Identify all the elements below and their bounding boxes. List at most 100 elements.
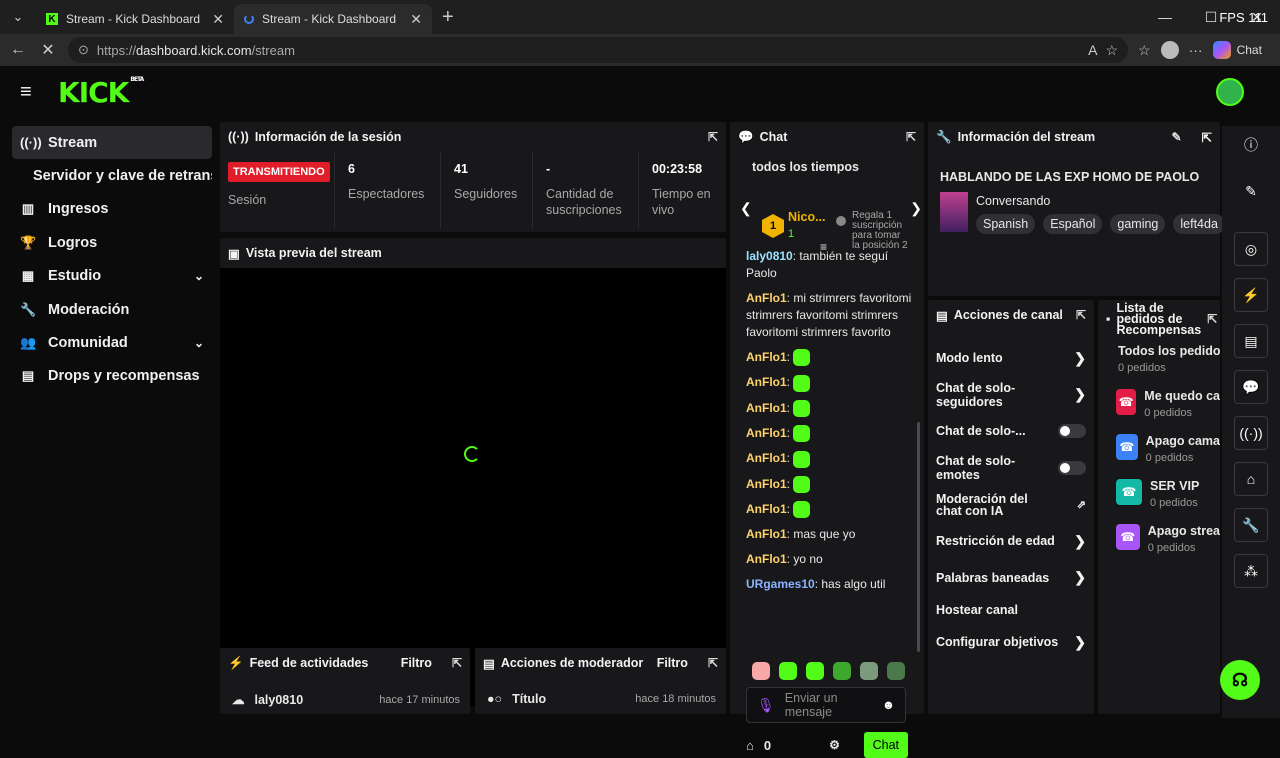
rewards-list: Todos los pedidos 0 pedidos ☎ Me quedo ca 0… — [1098, 338, 1220, 569]
close-tab-icon[interactable]: ✕ — [212, 11, 224, 28]
leaderboard-prev-icon[interactable]: ❮ — [740, 200, 752, 217]
emote-icon[interactable] — [752, 662, 770, 680]
sidebar-item-ingresos[interactable]: ▥ Ingresos — [12, 193, 212, 226]
popout-icon[interactable]: ⇱ — [906, 130, 916, 144]
action-goals[interactable]: Configurar objetivos ❯ — [928, 624, 1094, 661]
stop-loading-button[interactable]: ✕ — [38, 40, 58, 60]
panel-header: ▤ Acciones de canal ⇱ — [936, 308, 1086, 323]
store-icon[interactable]: ⌂ — [1234, 462, 1268, 496]
feed-filter-button[interactable]: Filtro — [401, 656, 432, 670]
stream-preview[interactable] — [220, 268, 726, 706]
minimize-button[interactable]: — — [1142, 9, 1188, 25]
cloud-icon: ☁ — [232, 693, 245, 707]
reward-item[interactable]: ☎ Apago strea 0 pedidos — [1098, 524, 1220, 569]
action-host-channel[interactable]: Hostear canal — [928, 596, 1094, 624]
clip-icon[interactable]: ◎ — [1234, 232, 1268, 266]
kick-emote-icon — [793, 425, 811, 443]
subs-only-toggle[interactable] — [1058, 424, 1086, 439]
chat-scrollbar[interactable] — [917, 422, 920, 652]
loading-icon — [244, 14, 254, 24]
emoji-icon[interactable]: ☻ — [882, 698, 895, 712]
popout-icon[interactable]: ⇱ — [708, 656, 718, 670]
stream-title: HABLANDO DE LAS EXP HOMO DE PAOLO — [940, 170, 1200, 184]
user-avatar[interactable] — [1216, 78, 1244, 106]
popout-icon[interactable]: ⇱ — [708, 130, 718, 144]
action-age-restriction[interactable]: Restricción de edad ❯ — [928, 523, 1094, 560]
popout-icon[interactable]: ⇱ — [1207, 313, 1217, 325]
tab-2[interactable]: Stream - Kick Dashboard ✕ — [234, 4, 432, 34]
profile-avatar[interactable] — [1160, 41, 1179, 59]
reward-icon: ☎ — [1116, 479, 1142, 505]
favorite-star-icon[interactable]: ☆ — [1105, 42, 1118, 59]
reward-item[interactable]: ☎ Me quedo ca 0 pedidos — [1098, 389, 1220, 434]
leaderboard: todos los tiempos ❮ ❯ 1 Nico... 1 Regala… — [740, 160, 922, 251]
wrench-icon: 🔧 — [20, 301, 37, 317]
emote-icon[interactable] — [779, 662, 797, 680]
read-aloud-icon[interactable]: A — [1088, 42, 1097, 58]
wrench-icon[interactable]: 🔧 — [1234, 508, 1268, 542]
copilot-chat-button[interactable]: Chat — [1212, 41, 1262, 59]
hamburger-menu-icon[interactable]: ≡ — [20, 81, 44, 104]
sidebar-item-stream[interactable]: ((·)) Stream — [12, 126, 212, 160]
reward-item[interactable]: ☎ Apago cama 0 pedidos — [1098, 434, 1220, 479]
emote-icon[interactable] — [860, 662, 878, 680]
sidebar-item-logros[interactable]: 🏆 Logros — [12, 226, 212, 259]
emote-icon[interactable] — [806, 662, 824, 680]
chat-panel: 💬 Chat ⇱ todos los tiempos ❮ ❯ 1 Nico... 1… — [730, 122, 924, 758]
sidebar-item-moderacion[interactable]: 🔧 Moderación — [12, 293, 212, 326]
edit-icon[interactable]: ✎ — [1234, 174, 1268, 208]
close-tab-icon[interactable]: ✕ — [410, 11, 422, 28]
action-subs-only[interactable]: Chat de solo-... — [928, 413, 1094, 450]
store-icon[interactable]: ⌂ — [746, 738, 754, 753]
channel-actions-list: Modo lento ❯ Chat de solo-seguidores ❯ Cha… — [928, 330, 1094, 661]
new-tab-button[interactable]: + — [442, 6, 454, 29]
sidebar-item-comunidad[interactable]: 👥 Comunidad ⌄ — [12, 326, 212, 359]
tag: Español — [1043, 214, 1103, 234]
chat-footer: ⌂ 0 ⚙ Chat — [746, 732, 908, 758]
mod-filter-button[interactable]: Filtro — [657, 656, 688, 670]
back-button[interactable]: ← — [8, 41, 28, 59]
feed-row: ☁ laly0810 hace 17 minutos — [232, 692, 460, 708]
tab-list-button[interactable]: ⌄ — [6, 5, 30, 29]
action-banned-words[interactable]: Palabras baneadas ❯ — [928, 560, 1094, 597]
chat-icon[interactable]: 💬 — [1234, 370, 1268, 404]
panel-header: ((·)) Información de la sesión ⇱ — [228, 130, 718, 144]
action-ai-moderation[interactable]: Moderación del chat con IA ⇗ — [928, 486, 1094, 523]
favorites-icon[interactable]: ☆ — [1138, 42, 1151, 59]
more-menu-icon[interactable]: ··· — [1189, 42, 1203, 58]
broadcast-icon[interactable]: ((·)) — [1234, 416, 1268, 450]
external-link-icon: ⇗ — [1076, 498, 1086, 511]
sidebar-item-estudio[interactable]: ▦ Estudio ⌄ — [12, 260, 212, 293]
sidebar-item-drops[interactable]: ▤ Drops y recompensas — [12, 360, 212, 393]
emote-icon[interactable] — [833, 662, 851, 680]
stream-tags: Spanish Español gaming left4da — [976, 214, 1225, 234]
popout-icon[interactable]: ⇱ — [1202, 130, 1212, 145]
action-slow-mode[interactable]: Modo lento ❯ — [928, 340, 1094, 377]
stream-preview-panel: ▣ Vista previa del stream — [220, 238, 726, 706]
gear-icon[interactable]: ⚙ — [829, 738, 840, 752]
support-headset-button[interactable]: ☊ — [1220, 660, 1260, 700]
mic-icon[interactable]: 🎙 — [757, 698, 775, 712]
chat-message-input[interactable]: 🎙 Enviar un mensaje ☻ — [746, 687, 906, 723]
kick-logo[interactable]: KICK BETA — [58, 76, 144, 109]
document-icon[interactable]: ▤ — [1234, 324, 1268, 358]
community-icon[interactable]: ⁂ — [1234, 554, 1268, 588]
info-icon[interactable]: ⓘ — [1234, 128, 1268, 162]
action-followers-only[interactable]: Chat de solo-seguidores ❯ — [928, 377, 1094, 414]
kick-emote-icon — [793, 450, 811, 468]
edit-icon[interactable]: ✎ — [1171, 130, 1181, 144]
leaderboard-next-icon[interactable]: ❯ — [910, 200, 922, 217]
bolt-icon[interactable]: ⚡ — [1234, 278, 1268, 312]
send-chat-button[interactable]: Chat — [863, 732, 908, 758]
site-info-icon[interactable]: ⊙ — [78, 42, 89, 58]
popout-icon[interactable]: ⇱ — [1076, 308, 1086, 322]
sidebar-item-server-key[interactable]: Servidor y clave de retransmisión — [12, 159, 212, 192]
reward-item[interactable]: ☎ SER VIP 0 pedidos — [1098, 479, 1220, 524]
url-field[interactable]: ⊙ https://dashboard.kick.com/stream A ☆ — [68, 37, 1128, 63]
emote-icon[interactable] — [887, 662, 905, 680]
reward-all[interactable]: Todos los pedidos 0 pedidos — [1098, 344, 1220, 389]
popout-icon[interactable]: ⇱ — [452, 656, 462, 670]
action-emotes-only[interactable]: Chat de solo-emotes — [928, 450, 1094, 487]
emotes-only-toggle[interactable] — [1058, 461, 1086, 476]
tab-1[interactable]: K Stream - Kick Dashboard ✕ — [36, 4, 234, 34]
